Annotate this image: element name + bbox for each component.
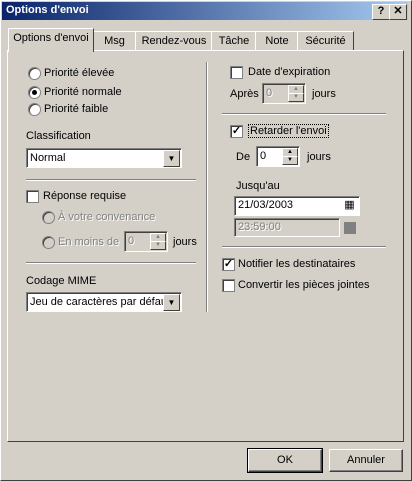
delay-time-value: 23:59:00: [238, 221, 281, 233]
ok-button[interactable]: OK: [247, 448, 323, 473]
reply-days-input[interactable]: 0 ▲ ▼: [124, 231, 168, 252]
expiration-after-label: Après: [230, 88, 259, 100]
delay-until-label: Jusqu'au: [236, 180, 280, 192]
reply-required-label: Réponse requise: [43, 190, 127, 202]
chevron-down-icon[interactable]: ▼: [163, 150, 180, 167]
tab-msg[interactable]: Msg: [92, 31, 137, 51]
window-title: Options d'envoi: [6, 4, 89, 16]
priority-low-radio[interactable]: [28, 103, 41, 116]
priority-normal-radio[interactable]: [28, 86, 41, 99]
convert-attachments-checkbox[interactable]: [222, 279, 235, 292]
delay-unit: jours: [307, 151, 331, 163]
reply-within-label: En moins de: [58, 236, 120, 248]
priority-high-label: Priorité élevée: [44, 67, 115, 79]
delay-time-input[interactable]: 23:59:00: [234, 218, 340, 237]
radio-selected-dot: [32, 90, 37, 95]
expiration-label: Date d'expiration: [248, 66, 331, 78]
reply-days-value: 0: [128, 235, 135, 247]
reply-days-unit: jours: [173, 236, 197, 248]
delay-checkbox[interactable]: ✓: [230, 125, 243, 138]
expiration-days-input[interactable]: 0 ▲ ▼: [262, 83, 306, 104]
spin-down-icon[interactable]: ▼: [288, 93, 304, 102]
tab-options-envoi[interactable]: Options d'envoi: [8, 28, 94, 52]
priority-normal-label: Priorité normale: [44, 86, 122, 98]
delay-date-input[interactable]: 21/03/2003 ▦: [234, 196, 360, 216]
spin-down-icon[interactable]: ▼: [282, 156, 298, 165]
help-button[interactable]: ?: [372, 4, 390, 20]
reply-required-checkbox[interactable]: [26, 190, 39, 203]
calendar-icon[interactable]: ▦: [342, 198, 357, 212]
tab-tache[interactable]: Tâche: [211, 31, 257, 51]
tab-note[interactable]: Note: [255, 31, 299, 51]
notify-label: Notifier les destinataires: [238, 258, 356, 270]
reply-convenience-label: À votre convenance: [58, 211, 156, 223]
close-button[interactable]: ✕: [389, 4, 407, 20]
time-picker-icon[interactable]: [344, 222, 356, 234]
mime-select[interactable]: Jeu de caractères par défaut ▼: [26, 292, 182, 312]
mime-value: Jeu de caractères par défaut: [30, 296, 171, 308]
priority-high-radio[interactable]: [28, 67, 41, 80]
separator: [26, 262, 196, 264]
expiration-unit: jours: [312, 88, 336, 100]
tab-rendez-vous[interactable]: Rendez-vous: [135, 31, 213, 51]
cancel-button[interactable]: Annuler: [329, 449, 403, 472]
vertical-separator: [206, 62, 208, 312]
delay-from-label: De: [236, 151, 251, 163]
delay-days-input[interactable]: 0 ▲ ▼: [256, 146, 300, 167]
notify-checkbox[interactable]: ✓: [222, 258, 235, 271]
classification-label: Classification: [26, 130, 91, 142]
convert-attachments-label: Convertir les pièces jointes: [238, 279, 370, 291]
delay-label: Retarder l'envoi: [248, 124, 329, 138]
classification-select[interactable]: Normal ▼: [26, 148, 182, 168]
priority-low-label: Priorité faible: [44, 103, 109, 115]
delay-date-value: 21/03/2003: [238, 199, 294, 211]
spin-down-icon[interactable]: ▼: [150, 241, 166, 250]
separator: [26, 179, 196, 181]
chevron-down-icon[interactable]: ▼: [163, 294, 180, 311]
separator: [222, 113, 386, 115]
expiration-days-value: 0: [266, 87, 273, 99]
separator: [222, 246, 386, 248]
title-bar: Options d'envoi ? ✕: [2, 2, 408, 20]
reply-convenience-radio[interactable]: [42, 211, 55, 224]
reply-within-radio[interactable]: [42, 236, 55, 249]
mime-label: Codage MIME: [26, 275, 97, 287]
tab-securite[interactable]: Sécurité: [297, 31, 354, 51]
expiration-checkbox[interactable]: [230, 66, 243, 79]
delay-days-value: 0: [260, 150, 267, 162]
classification-value: Normal: [30, 152, 66, 164]
